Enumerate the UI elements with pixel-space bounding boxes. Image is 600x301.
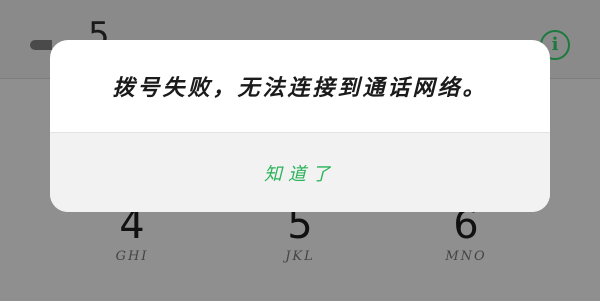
dial-key-5[interactable]: 5 JKL bbox=[240, 205, 360, 264]
key-letters: MNO bbox=[445, 249, 487, 264]
key-letters: JKL bbox=[285, 249, 315, 264]
ok-button[interactable]: 知道了 bbox=[264, 160, 336, 186]
key-letters: GHI bbox=[115, 249, 149, 264]
back-icon[interactable] bbox=[30, 40, 52, 50]
dialog-actions: 知道了 bbox=[50, 132, 550, 212]
dial-key-6[interactable]: 6 MNO bbox=[406, 205, 526, 264]
dialog-message: 拨号失败，无法连接到通话网络。 bbox=[112, 75, 488, 101]
alert-dialog: 拨号失败，无法连接到通话网络。 知道了 bbox=[50, 40, 550, 212]
dial-key-4[interactable]: 4 GHI bbox=[72, 205, 192, 264]
